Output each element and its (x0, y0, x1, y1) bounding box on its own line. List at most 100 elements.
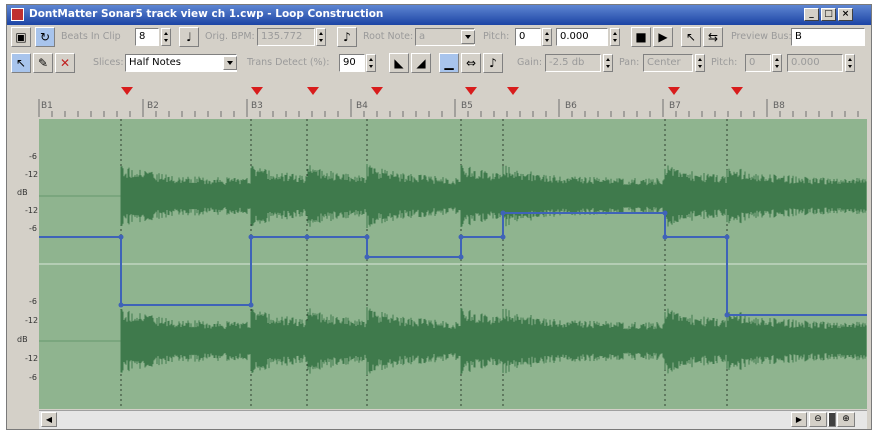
gain-input[interactable]: -2.5 db (545, 54, 601, 72)
erase-icon[interactable]: ✕ (55, 53, 75, 73)
loop-construction-window: DontMatter Sonar5 track view ch 1.cwp - … (6, 4, 872, 430)
pitch2-spinner[interactable] (772, 54, 782, 72)
slice-marker-icon[interactable] (507, 87, 519, 95)
ruler-label-b6: B6 (565, 101, 577, 111)
zoom-out-icon[interactable]: ⊖ (809, 412, 827, 427)
root-note-icon[interactable]: ♪ (337, 27, 357, 47)
close-button[interactable]: × (838, 8, 853, 21)
pitch2-label: Pitch: (711, 57, 738, 68)
pitch-input[interactable]: 0 (515, 28, 541, 46)
time-ruler[interactable]: B1 B2 B3 B4 B5 B6 B7 B8 (7, 85, 871, 119)
db-top-3: dB (17, 188, 28, 197)
db-bot-1: -6 (29, 297, 37, 306)
pan-spinner[interactable] (695, 54, 705, 72)
pitch2-fine-spinner[interactable] (845, 54, 855, 72)
bpm-spinner[interactable] (316, 28, 326, 46)
maximize-button[interactable]: □ (821, 8, 836, 21)
next-slice-icon[interactable]: ◢ (411, 53, 431, 73)
beats-input[interactable]: 8 (135, 28, 159, 46)
view-pitch-icon[interactable]: ♪ (483, 53, 503, 73)
gain-spinner[interactable] (603, 54, 613, 72)
bpm-icon[interactable]: ♩ (179, 27, 199, 47)
horizontal-scrollbar[interactable]: ◀ ▶ ⊖ ⊕ (39, 410, 867, 429)
zoom-slider[interactable] (828, 412, 836, 427)
pitch-fine-spinner[interactable] (610, 28, 620, 46)
pencil-icon[interactable]: ✎ (33, 53, 53, 73)
envelope-node[interactable] (724, 312, 730, 318)
scroll-left-icon[interactable]: ◀ (41, 412, 57, 427)
trans-detect-spinner[interactable] (366, 54, 376, 72)
envelope-node[interactable] (458, 234, 464, 240)
envelope-node[interactable] (304, 234, 310, 240)
envelope-node[interactable] (118, 234, 124, 240)
db-bot-5: -6 (29, 373, 37, 382)
preview-loop-icon[interactable]: ⇆ (703, 27, 723, 47)
waveform-svg (38, 119, 867, 409)
view-markers-icon[interactable]: ⇔ (461, 53, 481, 73)
envelope-node[interactable] (364, 254, 370, 260)
envelope-node[interactable] (724, 234, 730, 240)
ruler-label-b1: B1 (41, 101, 53, 111)
slice-marker-icon[interactable] (668, 87, 680, 95)
toolbar-row-2: ↖ ✎ ✕ Slices: Half Notes Trans Detect (%… (7, 53, 871, 77)
pan-input[interactable]: Center (643, 54, 693, 72)
preview-bus-label: Preview Bus: (731, 31, 792, 42)
root-note-dropdown[interactable] (461, 30, 475, 44)
slice-marker-icon[interactable] (121, 87, 133, 95)
slice-marker-icon[interactable] (307, 87, 319, 95)
ruler-label-b3: B3 (251, 101, 263, 111)
waveform-track[interactable] (38, 119, 867, 409)
ruler-label-b5: B5 (461, 101, 473, 111)
slice-marker-icon[interactable] (731, 87, 743, 95)
stop-icon[interactable]: ■ (631, 27, 651, 47)
scroll-right-icon[interactable]: ▶ (791, 412, 807, 427)
ruler-label-b2: B2 (147, 101, 159, 111)
ruler-label-b4: B4 (356, 101, 368, 111)
envelope-node[interactable] (458, 254, 464, 260)
preview-bus-select[interactable]: B (791, 28, 865, 46)
toolbar-row-1: ▣ ↻ Beats In Clip 8 ♩ Orig. BPM: 135.772… (7, 27, 871, 51)
pitch-fine-input[interactable]: 0.000 (556, 28, 608, 46)
prev-slice-icon[interactable]: ◣ (389, 53, 409, 73)
db-top-2: -12 (25, 170, 39, 179)
trans-detect-input[interactable]: 90 (339, 54, 365, 72)
slice-marker-icon[interactable] (251, 87, 263, 95)
loop-enable-icon[interactable]: ↻ (35, 27, 55, 47)
beats-label: Beats In Clip (61, 31, 121, 42)
db-bot-2: -12 (25, 316, 39, 325)
title-bar: DontMatter Sonar5 track view ch 1.cwp - … (7, 5, 871, 25)
window-title: DontMatter Sonar5 track view ch 1.cwp - … (29, 8, 384, 20)
slices-label: Slices: (93, 57, 124, 68)
trans-detect-label: Trans Detect (%): (247, 57, 330, 68)
slice-marker-icon[interactable] (371, 87, 383, 95)
db-top-5: -6 (29, 224, 37, 233)
envelope-node[interactable] (364, 234, 370, 240)
envelope-node[interactable] (500, 234, 506, 240)
slice-marker-icon[interactable] (465, 87, 477, 95)
save-icon[interactable]: ▣ (11, 27, 31, 47)
view-envelope-icon[interactable]: ▁ (439, 53, 459, 73)
pitch-spinner[interactable] (542, 28, 552, 46)
beats-spinner[interactable] (161, 28, 171, 46)
db-scale: -6 -12 dB -12 -6 -6 -12 dB -12 -6 (7, 119, 39, 409)
envelope-node[interactable] (500, 210, 506, 216)
slices-select[interactable]: Half Notes (125, 54, 237, 72)
select-icon[interactable]: ↖ (11, 53, 31, 73)
zoom-in-icon[interactable]: ⊕ (837, 412, 855, 427)
preview-cursor-icon[interactable]: ↖ (681, 27, 701, 47)
minimize-button[interactable]: _ (804, 8, 819, 21)
envelope-node[interactable] (118, 302, 124, 308)
envelope-node[interactable] (662, 234, 668, 240)
pan-label: Pan: (619, 57, 640, 68)
db-top-1: -6 (29, 152, 37, 161)
pitch2-input[interactable]: 0 (745, 54, 771, 72)
pitch-label: Pitch: (483, 31, 510, 42)
bpm-input[interactable]: 135.772 (257, 28, 315, 46)
slices-dropdown[interactable] (223, 56, 237, 70)
play-icon[interactable]: ▶ (653, 27, 673, 47)
envelope-node[interactable] (248, 302, 254, 308)
envelope-node[interactable] (248, 234, 254, 240)
pitch2-fine-input[interactable]: 0.000 (787, 54, 843, 72)
ruler-label-b8: B8 (773, 101, 785, 111)
envelope-node[interactable] (662, 210, 668, 216)
